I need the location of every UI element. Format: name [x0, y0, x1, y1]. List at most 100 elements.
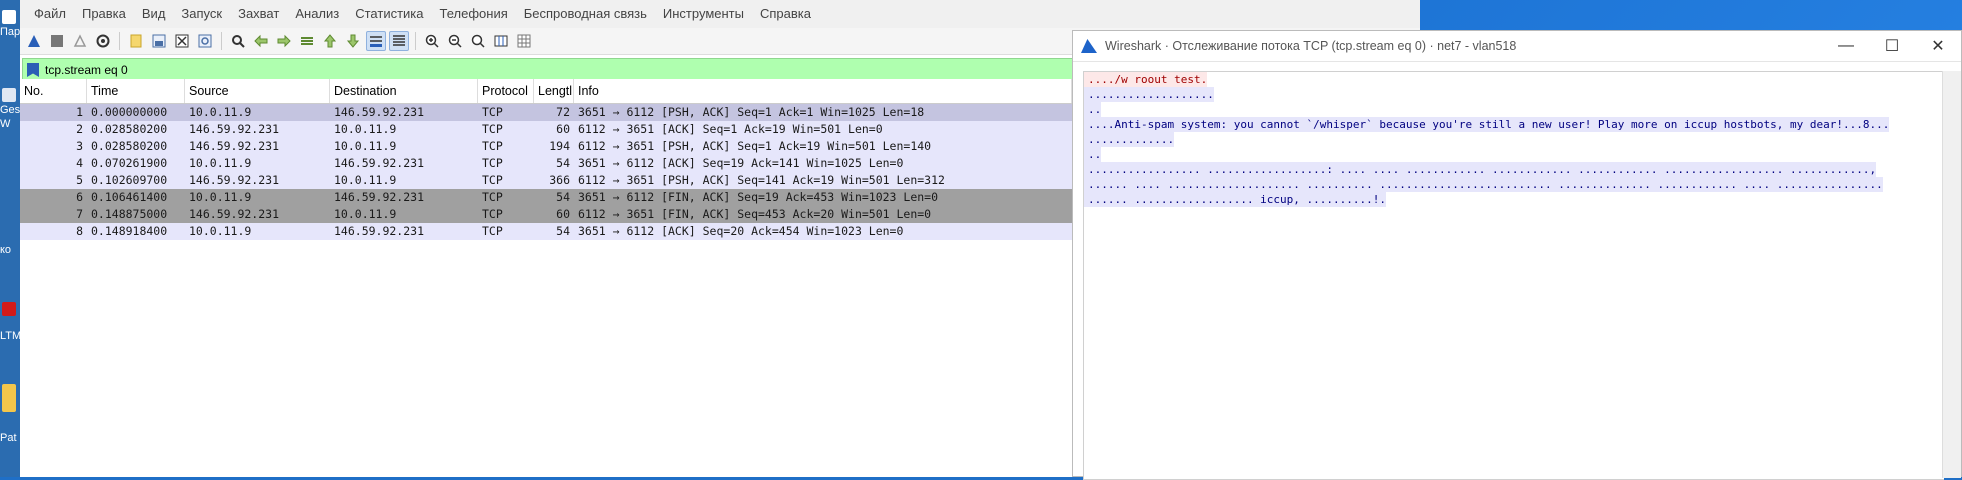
packet-destination: 146.59.92.231	[334, 156, 425, 170]
packet-number: 5	[76, 173, 83, 187]
find-packet-icon[interactable]	[228, 31, 248, 51]
stream-scrollbar[interactable]	[1942, 71, 1961, 478]
zoom-in-icon[interactable]	[422, 31, 442, 51]
close-file-icon[interactable]	[172, 31, 192, 51]
grid-icon[interactable]	[514, 31, 534, 51]
go-forward-icon[interactable]	[274, 31, 294, 51]
go-to-packet-icon[interactable]	[297, 31, 317, 51]
packet-protocol: TCP	[482, 105, 503, 119]
save-file-icon[interactable]	[149, 31, 169, 51]
normal-size-icon[interactable]	[468, 31, 488, 51]
open-file-icon[interactable]	[126, 31, 146, 51]
packet-source: 10.0.11.9	[189, 156, 252, 170]
server-stream-line: ...... .... .................... .......…	[1084, 177, 1883, 192]
menu-bar: Файл Правка Вид Запуск Захват Анализ Ста…	[20, 0, 1420, 28]
menu-analyze[interactable]: Анализ	[287, 0, 347, 28]
packet-row[interactable]: 4 0.070261900 10.0.11.9 146.59.92.231 TCP 54 3…	[20, 155, 1072, 172]
packet-info: 3651 → 6112 [FIN, ACK] Seq=19 Ack=453 Wi…	[578, 190, 939, 204]
packet-number: 3	[76, 139, 83, 153]
packet-length: 194	[549, 139, 570, 153]
packet-row[interactable]: 8 0.148918400 10.0.11.9 146.59.92.231 TCP 54 3…	[20, 223, 1072, 240]
desktop-shortcut-icon[interactable]	[2, 384, 16, 412]
close-button[interactable]: ✕	[1915, 31, 1961, 61]
first-packet-icon[interactable]	[320, 31, 340, 51]
packet-source: 146.59.92.231	[189, 122, 280, 136]
column-header-time[interactable]: Time	[87, 79, 185, 103]
menu-capture[interactable]: Захват	[230, 0, 287, 28]
packet-protocol: TCP	[482, 173, 503, 187]
packet-destination: 146.59.92.231	[334, 105, 425, 119]
packet-destination: 10.0.11.9	[334, 122, 397, 136]
menu-view[interactable]: Вид	[134, 0, 174, 28]
capture-options-icon[interactable]	[93, 31, 113, 51]
desktop-label: ко	[0, 244, 12, 256]
menu-file[interactable]: Файл	[26, 0, 74, 28]
packet-length: 54	[556, 190, 570, 204]
menu-telephony[interactable]: Телефония	[432, 0, 516, 28]
packet-destination: 10.0.11.9	[334, 207, 397, 221]
packet-row[interactable]: 5 0.102609700 146.59.92.231 10.0.11.9 TCP 366…	[20, 172, 1072, 189]
stop-capture-icon[interactable]	[47, 31, 67, 51]
minimize-button[interactable]: —	[1823, 31, 1869, 61]
server-stream-line: ...................	[1084, 87, 1214, 102]
server-stream-line: ................. ..................: ..…	[1084, 162, 1877, 177]
resize-columns-icon[interactable]	[491, 31, 511, 51]
zoom-out-icon[interactable]	[445, 31, 465, 51]
server-stream-line: ...... .................. iccup, .......…	[1084, 192, 1387, 207]
go-back-icon[interactable]	[251, 31, 271, 51]
desktop-label: Gest	[0, 104, 20, 116]
restart-capture-icon[interactable]	[70, 31, 90, 51]
stream-content[interactable]: ..../w roout test.......................…	[1083, 71, 1944, 480]
packet-info: 6112 → 3651 [PSH, ACK] Seq=1 Ack=19 Win=…	[578, 139, 932, 153]
packet-row[interactable]: 2 0.028580200 146.59.92.231 10.0.11.9 TCP 60 6…	[20, 121, 1072, 138]
packet-protocol: TCP	[482, 139, 503, 153]
desktop-shortcut-icon[interactable]	[2, 88, 16, 102]
colorize-icon[interactable]	[389, 31, 409, 51]
reload-icon[interactable]	[195, 31, 215, 51]
window-title-bar[interactable]: Wireshark · Отслеживание потока TCP (tcp…	[1073, 31, 1961, 62]
packet-protocol: TCP	[482, 122, 503, 136]
packet-number: 7	[76, 207, 83, 221]
menu-help[interactable]: Справка	[752, 0, 819, 28]
maximize-button[interactable]: ☐	[1869, 31, 1915, 61]
menu-go[interactable]: Запуск	[173, 0, 230, 28]
server-stream-line: ....Anti-spam system: you cannot `/whisp…	[1084, 117, 1890, 132]
packet-info: 6112 → 3651 [ACK] Seq=1 Ack=19 Win=501 L…	[578, 122, 883, 136]
bookmark-icon[interactable]	[27, 63, 39, 77]
packet-source: 10.0.11.9	[189, 190, 252, 204]
column-header-destination[interactable]: Destination	[330, 79, 478, 103]
start-capture-icon[interactable]	[24, 31, 44, 51]
desktop-shortcut-icon[interactable]	[2, 302, 16, 316]
column-header-info[interactable]: Info	[574, 79, 1072, 103]
packet-time: 0.000000000	[91, 105, 168, 119]
desktop-label: Pat	[0, 432, 17, 444]
menu-wireless[interactable]: Беспроводная связь	[516, 0, 655, 28]
packet-info: 3651 → 6112 [ACK] Seq=20 Ack=454 Win=102…	[578, 224, 904, 238]
packet-row[interactable]: 3 0.028580200 146.59.92.231 10.0.11.9 TCP 194…	[20, 138, 1072, 155]
packet-number: 2	[76, 122, 83, 136]
toolbar-separator	[221, 32, 222, 50]
column-header-length[interactable]: Lengtl	[534, 79, 574, 103]
column-header-protocol[interactable]: Protocol	[478, 79, 534, 103]
packet-destination: 10.0.11.9	[334, 173, 397, 187]
menu-tools[interactable]: Инструменты	[655, 0, 752, 28]
packet-list: No. Time Source Destination Protocol Len…	[20, 79, 1072, 240]
column-header-no[interactable]: No.	[20, 79, 87, 103]
menu-statistics[interactable]: Статистика	[347, 0, 431, 28]
column-header-source[interactable]: Source	[185, 79, 330, 103]
last-packet-icon[interactable]	[343, 31, 363, 51]
packet-source: 10.0.11.9	[189, 224, 252, 238]
packet-list-rows: 1 0.000000000 10.0.11.9 146.59.92.231 TCP 72 3…	[20, 104, 1072, 240]
menu-edit[interactable]: Правка	[74, 0, 134, 28]
display-filter-input[interactable]: tcp.stream eq 0	[45, 63, 128, 77]
packet-row[interactable]: 1 0.000000000 10.0.11.9 146.59.92.231 TCP 72 3…	[20, 104, 1072, 121]
client-stream-line: ..../w roout test.	[1084, 72, 1208, 87]
auto-scroll-icon[interactable]	[366, 31, 386, 51]
packet-row[interactable]: 7 0.148875000 146.59.92.231 10.0.11.9 TCP 60 6…	[20, 206, 1072, 223]
packet-destination: 146.59.92.231	[334, 224, 425, 238]
packet-time: 0.102609700	[91, 173, 168, 187]
toolbar-separator	[119, 32, 120, 50]
packet-row[interactable]: 6 0.106461400 10.0.11.9 146.59.92.231 TCP 54 3…	[20, 189, 1072, 206]
desktop-shortcut-icon[interactable]	[2, 10, 16, 24]
server-stream-line: ..	[1084, 102, 1102, 117]
